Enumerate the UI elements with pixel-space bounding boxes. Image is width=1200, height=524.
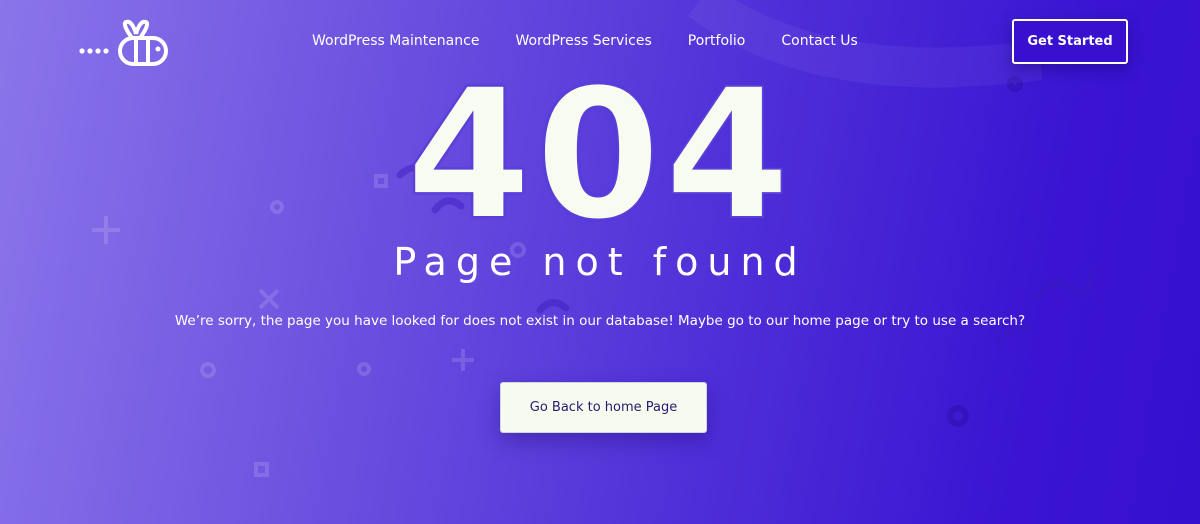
error-message: We’re sorry, the page you have looked fo… — [174, 313, 1026, 329]
main-nav: WordPress Maintenance WordPress Services… — [312, 33, 894, 49]
bee-logo-icon[interactable] — [78, 18, 170, 68]
nav-item-contact-us[interactable]: Contact Us — [781, 33, 857, 49]
go-back-home-button[interactable]: Go Back to home Page — [500, 382, 707, 433]
error-code: 404 — [405, 51, 794, 260]
nav-item-portfolio[interactable]: Portfolio — [688, 33, 746, 49]
page-title: Page not found — [393, 240, 807, 284]
nav-item-wordpress-services[interactable]: WordPress Services — [515, 33, 651, 49]
nav-item-wordpress-maintenance[interactable]: WordPress Maintenance — [312, 33, 479, 49]
get-started-button[interactable]: Get Started — [1012, 19, 1128, 64]
